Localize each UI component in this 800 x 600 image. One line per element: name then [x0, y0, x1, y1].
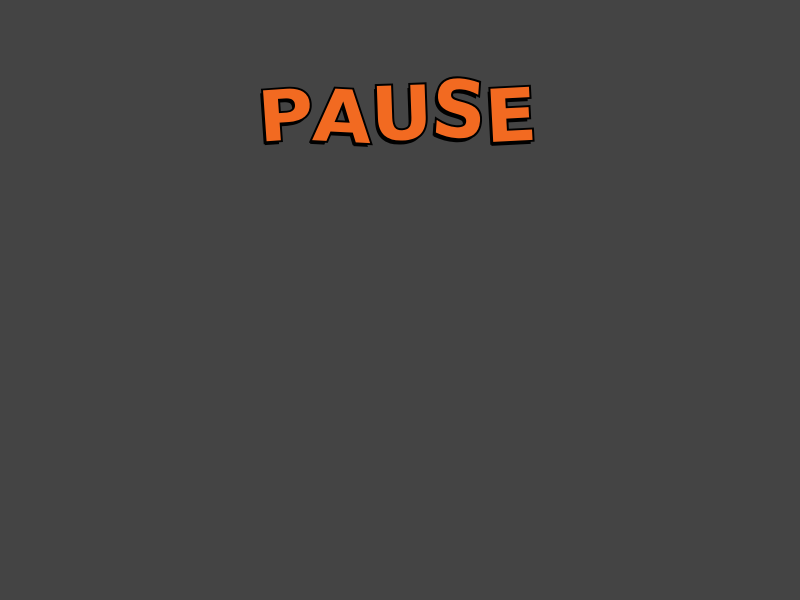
pause-title-letter-e: E [481, 70, 540, 162]
pause-title: P A U S E [252, 59, 542, 162]
pause-title-letter-s: S [427, 59, 491, 159]
pause-title-letter-u: U [367, 67, 435, 160]
pause-screen: P A U S E [0, 0, 800, 600]
pause-title-letter-a: A [309, 71, 375, 162]
pause-title-letter-p: P [253, 71, 317, 160]
